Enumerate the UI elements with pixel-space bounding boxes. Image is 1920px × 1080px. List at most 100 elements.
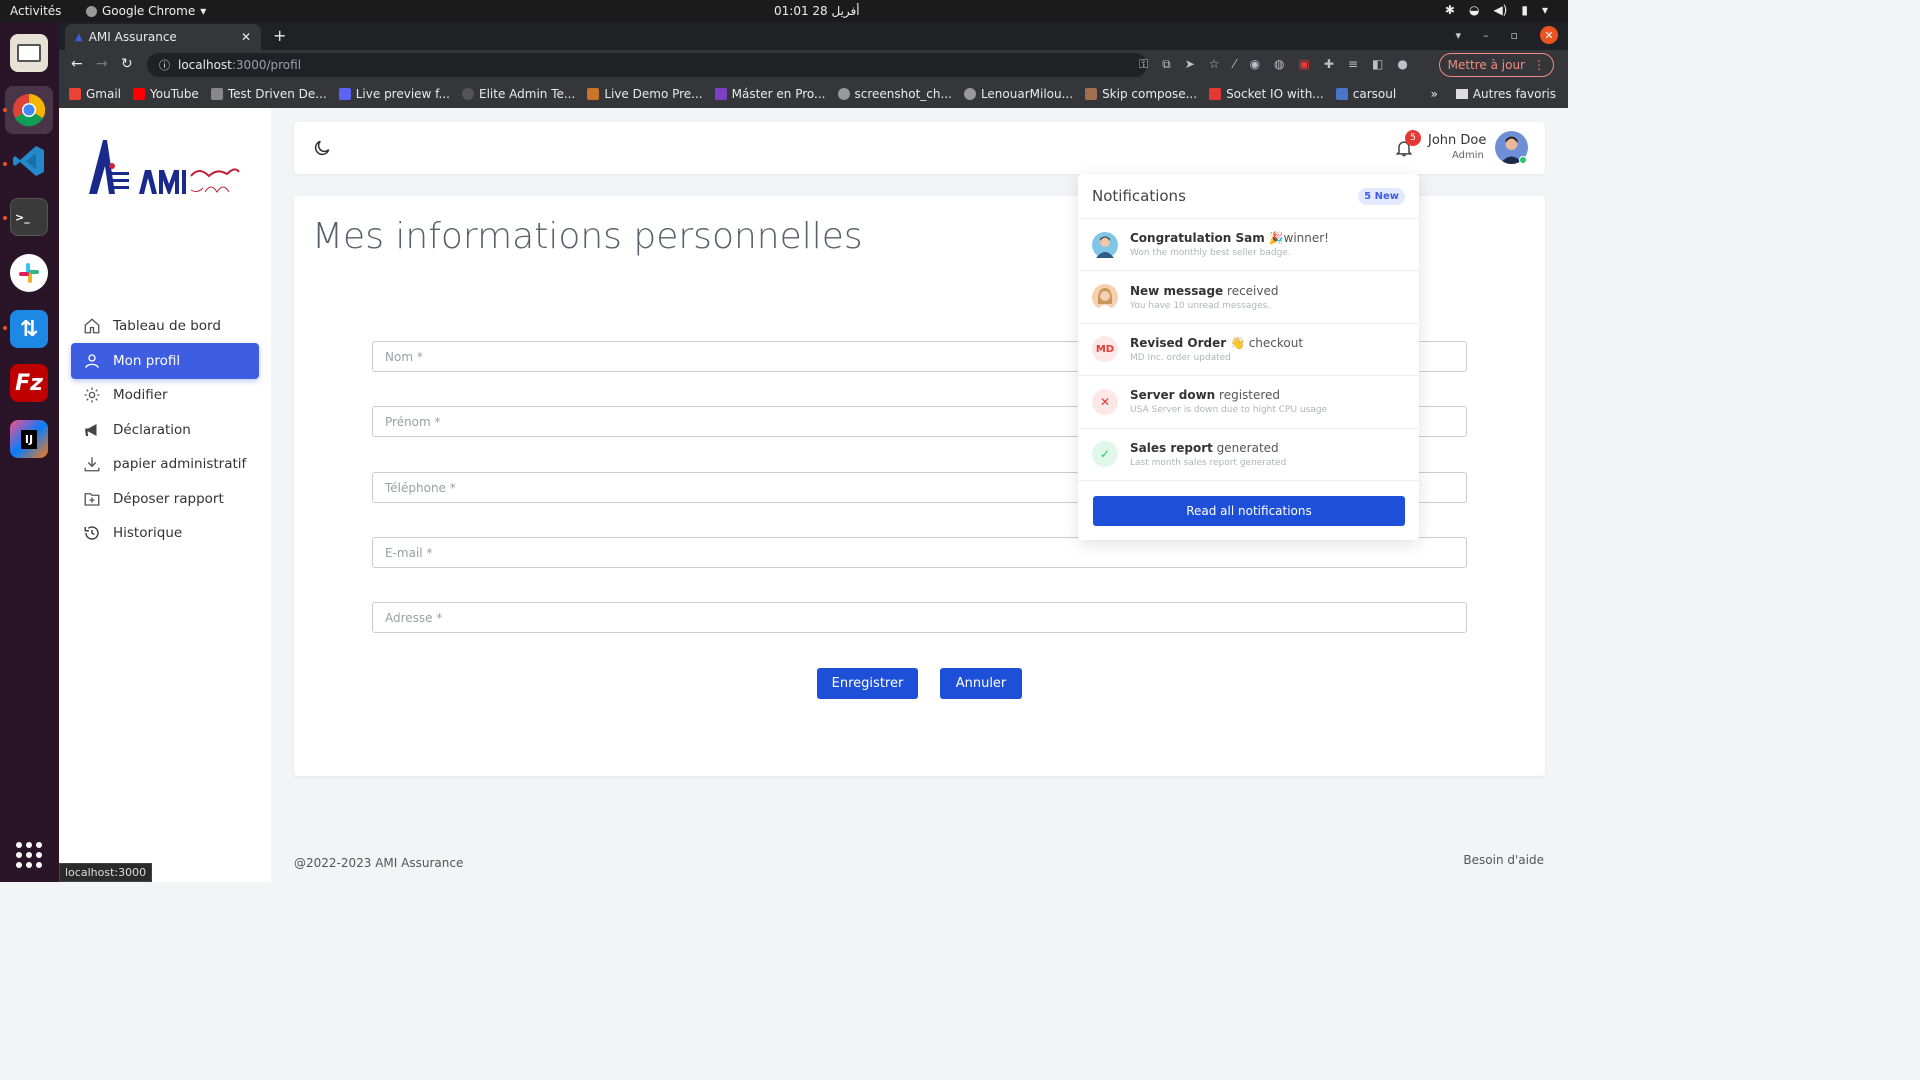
address-bar[interactable]: ⓘ localhost:3000/profil (147, 53, 1147, 77)
read-all-notifications-button[interactable]: Read all notifications (1093, 496, 1405, 526)
ami-logo[interactable] (87, 136, 247, 200)
cancel-button[interactable]: Annuler (940, 668, 1022, 699)
gmail-icon (69, 88, 81, 100)
notification-title-rest: received (1223, 283, 1279, 298)
system-tray[interactable]: ✱ ◒ ◀) ▮ ▾ (1445, 3, 1548, 17)
new-tab-button[interactable]: + (273, 26, 286, 45)
terminal-icon[interactable]: >_ (10, 198, 48, 236)
bookmark-item[interactable]: carsoul (1335, 87, 1397, 101)
extension-icon[interactable]: ◍ (1274, 57, 1284, 72)
close-tab-icon[interactable]: ✕ (241, 30, 251, 44)
files-icon[interactable] (10, 34, 48, 72)
notification-count-badge: 5 (1405, 130, 1421, 146)
notification-item[interactable]: MD Revised Order 👋 checkout MD Inc. orde… (1078, 324, 1419, 377)
user-name[interactable]: John Doe (1428, 133, 1486, 148)
notification-title: Revised Order (1130, 335, 1227, 350)
avatar (1092, 284, 1118, 311)
avatar (1092, 231, 1118, 258)
slack-icon[interactable] (10, 254, 48, 292)
sidebar-item-label: Mon profil (113, 352, 181, 369)
help-link[interactable]: Besoin d'aide (1463, 853, 1544, 867)
media-icon[interactable]: ≡ (1348, 57, 1358, 72)
bookmark-item[interactable]: Socket IO with... (1209, 87, 1324, 101)
clock[interactable]: 01:01 28 أفريل (774, 4, 860, 18)
info-icon[interactable]: ⓘ (159, 57, 170, 73)
puzzle-icon[interactable]: ✚ (1324, 57, 1334, 72)
translate-icon[interactable]: ⧉ (1162, 57, 1171, 72)
send-icon[interactable]: ➤ (1185, 57, 1195, 72)
tab-ami-assurance[interactable]: ▲ AMI Assurance ✕ (65, 24, 261, 50)
chrome-icon (86, 5, 97, 17)
sidebar-item-label: Déclaration (113, 421, 191, 438)
save-button[interactable]: Enregistrer (817, 668, 918, 699)
sidebar-item-declaration[interactable]: Déclaration (71, 412, 259, 448)
kebab-menu-icon[interactable]: ⋮ (1533, 58, 1545, 72)
extension-icon[interactable]: ▣ (1299, 57, 1310, 72)
wifi-icon: ◒ (1468, 3, 1480, 17)
maximize-button[interactable]: ▫ (1511, 29, 1518, 42)
sidebar-menu: Tableau de bord Mon profil Modifier Décl… (71, 308, 259, 550)
bookmark-item[interactable]: Live Demo Pre... (587, 87, 703, 101)
app-menu[interactable]: Google Chrome ▾ (86, 4, 206, 18)
forward-button[interactable]: → (96, 56, 108, 72)
bookmark-item[interactable]: screenshot_ch... (837, 87, 952, 101)
sidebar-item-modifier[interactable]: Modifier (71, 377, 259, 413)
megaphone-icon (85, 423, 97, 436)
extension-icon[interactable]: ⁄ (1234, 57, 1236, 72)
bookmark-icon (714, 88, 727, 100)
close-window-button[interactable]: ✕ (1540, 26, 1558, 44)
sidebar-item-label: Déposer rapport (113, 490, 224, 507)
chevron-down-icon: ▾ (1541, 3, 1548, 17)
bookmark-item[interactable]: YouTube (133, 87, 199, 101)
star-icon[interactable]: ☆ (1209, 57, 1220, 72)
app-name: Google Chrome (102, 4, 196, 18)
activities-button[interactable]: Activités (10, 4, 61, 18)
bookmark-label: Socket IO with... (1226, 87, 1324, 101)
adresse-field[interactable]: Adresse * (372, 602, 1467, 633)
notification-title: New message (1130, 283, 1224, 298)
notification-item[interactable]: Congratulation Sam 🎉winner! Won the mont… (1078, 219, 1419, 272)
bookmark-item[interactable]: Elite Admin Te... (461, 87, 575, 101)
online-status-dot (1519, 156, 1527, 164)
sidepanel-icon[interactable]: ◧ (1372, 57, 1383, 72)
notifications-dropdown: Notifications 5 New Congratulation Sam 🎉… (1078, 174, 1419, 540)
chrome-icon[interactable] (5, 86, 53, 134)
update-button[interactable]: Mettre à jour ⋮ (1438, 53, 1554, 77)
bookmarks-bar: Gmail YouTube Test Driven De... Live pre… (59, 80, 1568, 108)
more-bookmarks-icon[interactable]: » (1430, 87, 1437, 101)
download-icon (84, 457, 100, 472)
notifications-title: Notifications (1092, 187, 1186, 205)
tab-search-icon[interactable]: ▾ (1456, 29, 1462, 42)
sidebar-item-papier-administratif[interactable]: papier administratif (71, 446, 259, 482)
app-grid-icon[interactable] (16, 842, 42, 868)
updater-icon[interactable]: ⇅ (10, 310, 48, 348)
filezilla-icon[interactable]: Fz (10, 364, 48, 402)
extension-icon[interactable]: ◉ (1250, 57, 1260, 72)
key-icon[interactable]: ⚿ (1139, 57, 1148, 72)
notification-item[interactable]: New message received You have 10 unread … (1078, 271, 1419, 324)
bookmark-label: carsoul (1352, 87, 1397, 101)
intellij-icon[interactable]: IJ (10, 420, 48, 458)
bookmark-item[interactable]: Live preview f... (338, 87, 450, 101)
bookmark-item[interactable]: Skip compose... (1085, 87, 1197, 101)
bookmark-item[interactable]: Máster en Pro... (714, 87, 826, 101)
sidebar-item-tableau-de-bord[interactable]: Tableau de bord (71, 308, 259, 344)
vscode-icon[interactable] (10, 142, 48, 180)
minimize-button[interactable]: – (1483, 29, 1489, 42)
sidebar-item-label: Historique (113, 525, 183, 541)
bookmark-item[interactable]: LenouarMilou... (963, 87, 1073, 101)
email-field[interactable]: E-mail * (372, 537, 1467, 568)
sidebar-item-historique[interactable]: Historique (71, 515, 259, 551)
sidebar-item-mon-profil[interactable]: Mon profil (71, 342, 259, 379)
profile-icon[interactable]: ● (1397, 57, 1407, 72)
moon-icon[interactable] (312, 138, 332, 158)
back-button[interactable]: ← (71, 56, 83, 72)
sidebar-item-deposer-rapport[interactable]: Déposer rapport (71, 481, 259, 517)
notification-item[interactable]: ✕ Server down registered USA Server is d… (1078, 376, 1419, 429)
other-bookmarks[interactable]: Autres favoris (1455, 87, 1556, 101)
top-header: 5 John Doe Admin (294, 122, 1545, 174)
reload-button[interactable]: ↻ (121, 56, 133, 72)
bookmark-item[interactable]: Test Driven De... (210, 87, 327, 101)
notification-item[interactable]: ✓ Sales report generated Last month sale… (1078, 429, 1419, 481)
bookmark-item[interactable]: Gmail (69, 87, 121, 101)
